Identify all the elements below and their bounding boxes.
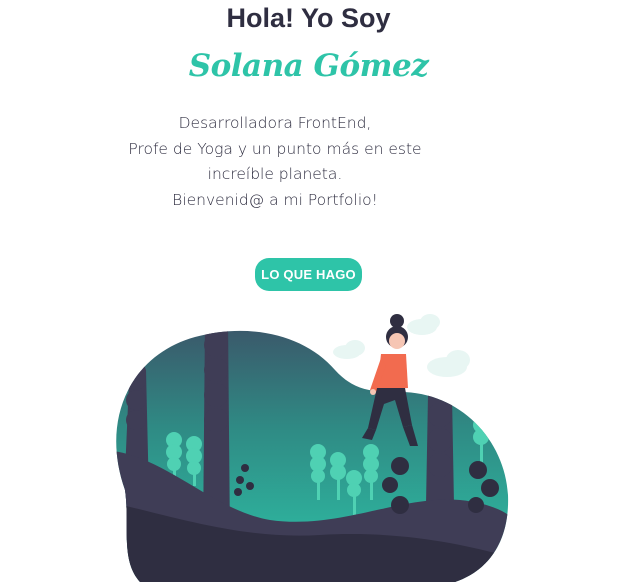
what-i-do-button[interactable]: LO QUE HAGO: [255, 258, 362, 291]
intro-line: Profe de Yoga y un punto más en este: [128, 139, 422, 158]
intro-line: Bienvenid@ a mi Portfolio!: [172, 190, 378, 209]
intro-line: Desarrolladora FrontEnd,: [178, 114, 372, 132]
greeting-heading: Hola! Yo Soy: [226, 3, 391, 33]
intro-line: increíble planeta.: [207, 165, 343, 183]
intro-text: Desarrolladora FrontEnd, Profe de Yoga y…: [60, 111, 490, 213]
yoga-forest-illustration-icon: [116, 314, 509, 582]
name-heading: Solana Gómez: [188, 48, 429, 84]
